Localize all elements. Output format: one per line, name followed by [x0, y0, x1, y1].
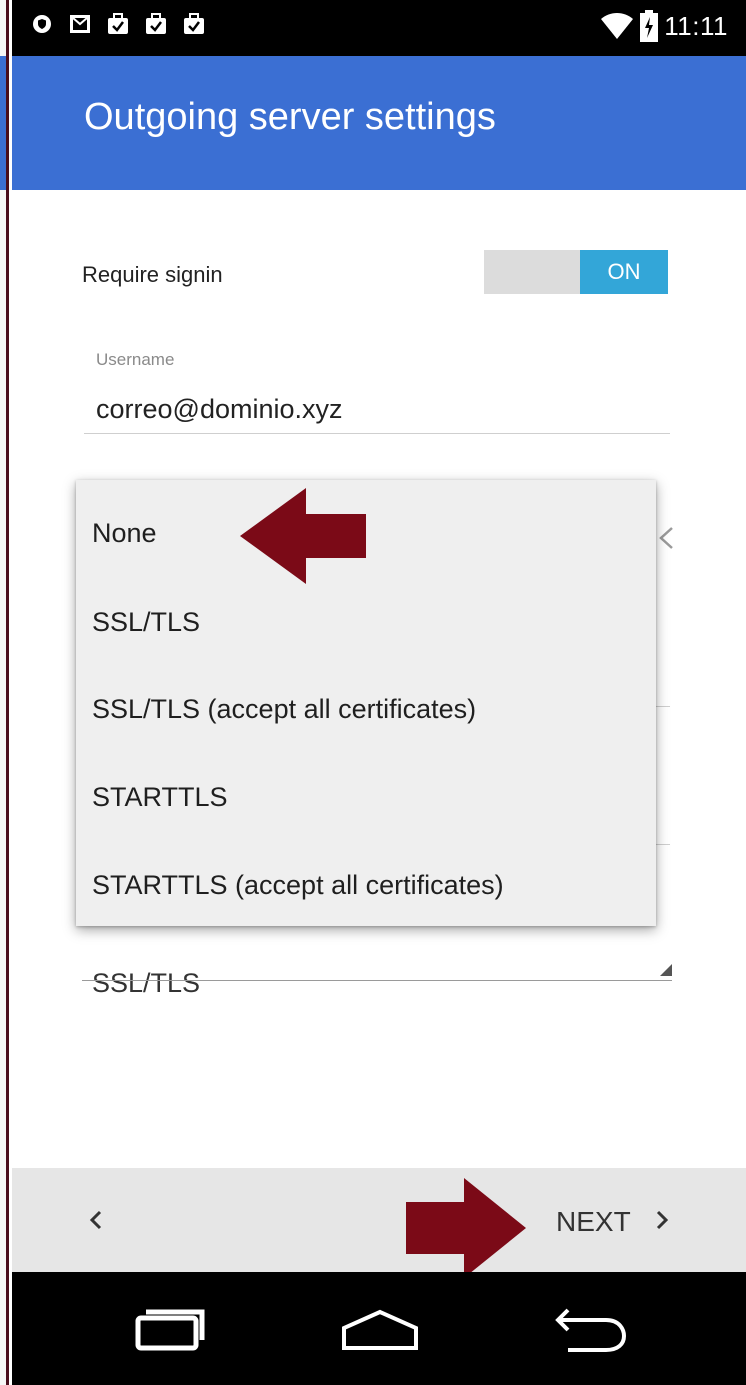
dropdown-option-ssl-tls[interactable]: SSL/TLS	[92, 607, 200, 638]
screenshot-border	[6, 0, 9, 1385]
work-briefcase-icon	[108, 13, 128, 34]
next-button[interactable]: NEXT	[556, 1206, 631, 1238]
settings-form: Require signin ON Username correo@domini…	[12, 190, 746, 1168]
recent-apps-icon[interactable]	[132, 1308, 206, 1352]
status-bar: 11:11	[12, 0, 746, 56]
require-signin-label: Require signin	[82, 262, 223, 287]
toggle-on-label: ON	[580, 250, 668, 294]
require-signin-toggle[interactable]: ON	[484, 250, 668, 294]
gmail-icon	[70, 15, 90, 33]
chevron-right-icon[interactable]	[654, 1206, 670, 1234]
previous-button[interactable]	[84, 1204, 108, 1236]
screen-left-edge-appbar	[0, 56, 6, 190]
page-title: Outgoing server settings	[84, 96, 496, 138]
username-input[interactable]: correo@dominio.xyz	[96, 394, 343, 425]
dropdown-option-ssl-tls-accept-all[interactable]: SSL/TLS (accept all certificates)	[92, 694, 476, 725]
status-time: 11:11	[664, 10, 728, 41]
wizard-navigation-bar: NEXT	[12, 1168, 746, 1272]
dropdown-option-none[interactable]: None	[92, 518, 157, 549]
chevron-left-icon	[659, 527, 673, 549]
annotation-arrow-right	[406, 1178, 526, 1278]
security-select-underline	[82, 980, 672, 981]
dropdown-option-starttls[interactable]: STARTTLS	[92, 782, 228, 813]
dropdown-triangle-icon[interactable]	[660, 964, 672, 976]
home-icon[interactable]	[340, 1308, 420, 1352]
security-select-value[interactable]: SSL/TLS	[92, 968, 200, 999]
username-label: Username	[96, 350, 175, 369]
system-navigation-bar	[12, 1272, 746, 1385]
battery-icon	[640, 10, 659, 42]
back-icon[interactable]	[554, 1308, 630, 1352]
work-briefcase-icon	[184, 13, 204, 34]
app-bar: Outgoing server settings	[12, 56, 746, 190]
wifi-icon	[601, 13, 634, 39]
work-briefcase-icon	[146, 13, 166, 34]
dropdown-option-starttls-accept-all[interactable]: STARTTLS (accept all certificates)	[92, 870, 504, 901]
annotation-arrow-left	[240, 488, 366, 584]
shield-icon	[33, 15, 51, 33]
username-underline	[84, 433, 670, 434]
